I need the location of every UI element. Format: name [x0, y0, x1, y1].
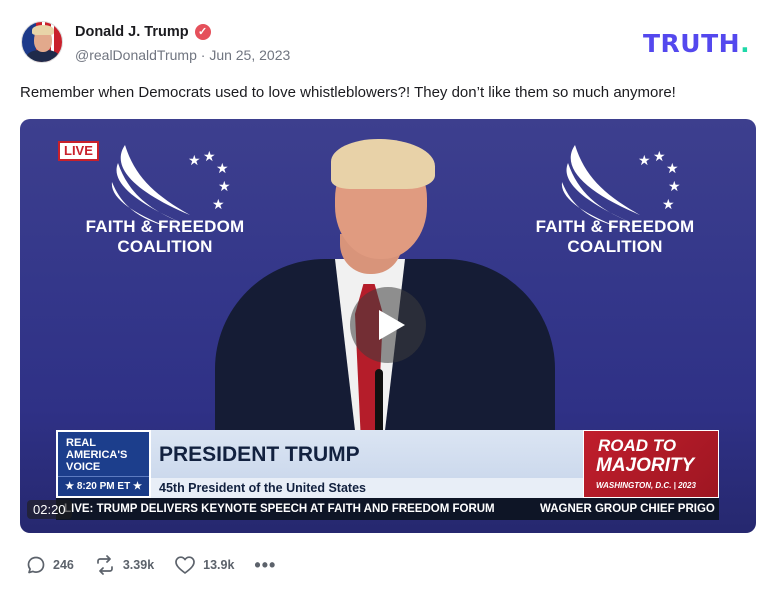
- avatar[interactable]: [21, 21, 63, 63]
- author-name-row[interactable]: Donald J. Trump ✓: [75, 24, 211, 40]
- ticker-item-1: LIVE: TRUMP DELIVERS KEYNOTE SPEECH AT F…: [64, 503, 495, 515]
- author-handle[interactable]: @realDonaldTrump: [75, 47, 197, 63]
- chyron-headline: PRESIDENT TRUMP: [159, 443, 360, 466]
- video-duration: 02:20: [27, 500, 72, 519]
- meta-separator: ·: [200, 47, 206, 63]
- broadcast-time: ★ 8:20 PM ET ★: [58, 476, 149, 496]
- ticker-item-2: WAGNER GROUP CHIEF PRIGO: [540, 503, 715, 515]
- truth-logo[interactable]: TRUTH.: [643, 29, 750, 58]
- post-meta: @realDonaldTrump · Jun 25, 2023: [75, 47, 290, 63]
- event-line-1: ROAD TO: [598, 436, 677, 455]
- network-name: REAL AMERICA'S VOICE: [66, 437, 127, 473]
- speaker-hair: [331, 139, 435, 189]
- retruth-count: 3.39k: [122, 558, 155, 572]
- chyron-subline: 45th President of the United States: [151, 478, 583, 498]
- svg-text:★: ★: [666, 161, 679, 177]
- post-text: Remember when Democrats used to love whi…: [20, 84, 676, 101]
- chyron-main: PRESIDENT TRUMP 45th President of the Un…: [151, 430, 583, 498]
- post-actions: 246 3.39k 13.9k •••: [26, 554, 276, 576]
- svg-text:★: ★: [653, 149, 666, 165]
- verified-badge-icon: ✓: [194, 24, 211, 40]
- retruth-button[interactable]: 3.39k: [94, 555, 154, 575]
- heart-icon: [175, 556, 195, 574]
- microphone: [375, 369, 383, 439]
- svg-text:★: ★: [638, 153, 651, 169]
- play-button[interactable]: [350, 287, 426, 363]
- news-ticker: LIVE: TRUMP DELIVERS KEYNOTE SPEECH AT F…: [56, 498, 719, 520]
- more-options-icon[interactable]: •••: [254, 556, 276, 574]
- network-line-2: AMERICA'S: [66, 449, 128, 461]
- news-chyron: REAL AMERICA'S VOICE ★ 8:20 PM ET ★ PRES…: [56, 430, 719, 530]
- network-line-1: REAL: [66, 437, 96, 449]
- like-button[interactable]: 13.9k: [174, 555, 234, 575]
- avatar-hair: [32, 25, 54, 35]
- reply-icon: [27, 556, 45, 574]
- event-logo: ROAD TO MAJORITY WASHINGTON, D.C. | 2023: [583, 430, 719, 498]
- event-line-3: WASHINGTON, D.C. | 2023: [596, 481, 696, 490]
- video-player[interactable]: LIVE ★ ★ ★ ★ ★ FAITH & FREEDOM COALITION…: [20, 119, 756, 533]
- reply-count: 246: [53, 558, 74, 572]
- post-date[interactable]: Jun 25, 2023: [209, 47, 290, 63]
- event-line-2: MAJORITY: [596, 455, 695, 476]
- logo-text: TRUTH: [643, 29, 741, 58]
- network-line-3: VOICE: [66, 461, 101, 473]
- retruth-icon: [97, 555, 113, 575]
- reply-button[interactable]: 246: [26, 555, 74, 575]
- logo-dot: .: [740, 29, 751, 58]
- play-icon: [378, 310, 405, 340]
- svg-text:★: ★: [668, 179, 681, 195]
- network-logo: REAL AMERICA'S VOICE ★ 8:20 PM ET ★: [56, 430, 151, 498]
- svg-text:★: ★: [662, 197, 675, 213]
- like-count: 13.9k: [203, 558, 235, 572]
- author-name[interactable]: Donald J. Trump: [75, 24, 189, 40]
